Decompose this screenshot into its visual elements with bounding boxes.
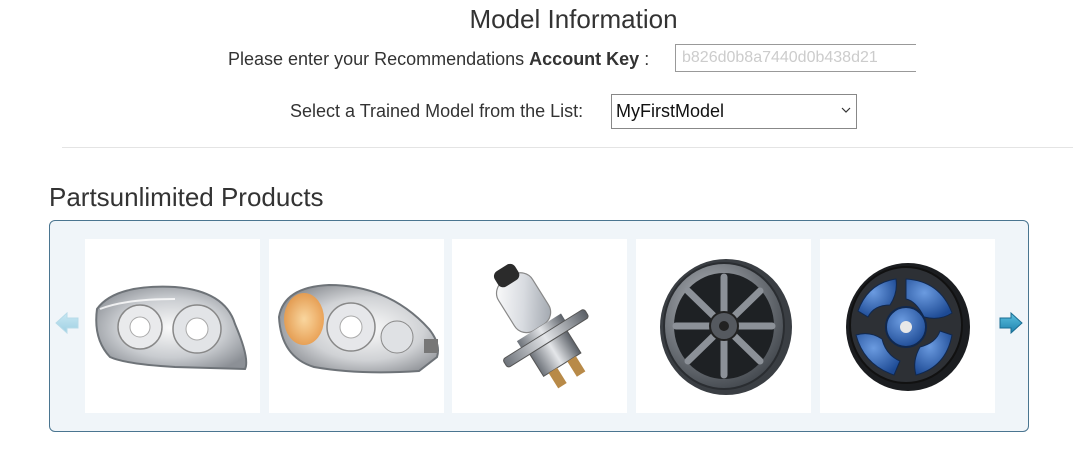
chevron-down-icon: [841, 107, 851, 113]
account-key-label-bold: Account Key: [529, 48, 640, 69]
model-select-label: Select a Trained Model from the List:: [290, 100, 584, 121]
halogen-bulb-icon: [493, 263, 589, 389]
page-title: Model Information: [469, 4, 678, 34]
headlight-amber-icon: [277, 283, 439, 374]
divider: [62, 147, 1073, 148]
product-item[interactable]: [820, 239, 995, 413]
model-select-value: MyFirstModel: [616, 101, 725, 121]
account-key-label-prefix: Please enter your Recommendations: [228, 48, 530, 69]
product-item[interactable]: [269, 239, 444, 413]
product-item[interactable]: [452, 239, 627, 413]
arrow-right-icon[interactable]: [998, 310, 1024, 336]
account-key-label: Please enter your Recommendations Accoun…: [228, 44, 649, 74]
account-key-label-colon: :: [644, 48, 650, 69]
model-select[interactable]: MyFirstModel: [611, 94, 857, 129]
product-item[interactable]: [85, 239, 260, 413]
products-heading: Partsunlimited Products: [49, 182, 324, 212]
alloy-wheel-gray-icon: [660, 259, 792, 395]
product-item[interactable]: [636, 239, 811, 413]
alloy-wheel-blue-icon: [846, 263, 970, 391]
account-key-input[interactable]: [675, 44, 916, 72]
headlight-icon: [95, 285, 248, 371]
arrow-left-icon[interactable]: [54, 310, 80, 336]
